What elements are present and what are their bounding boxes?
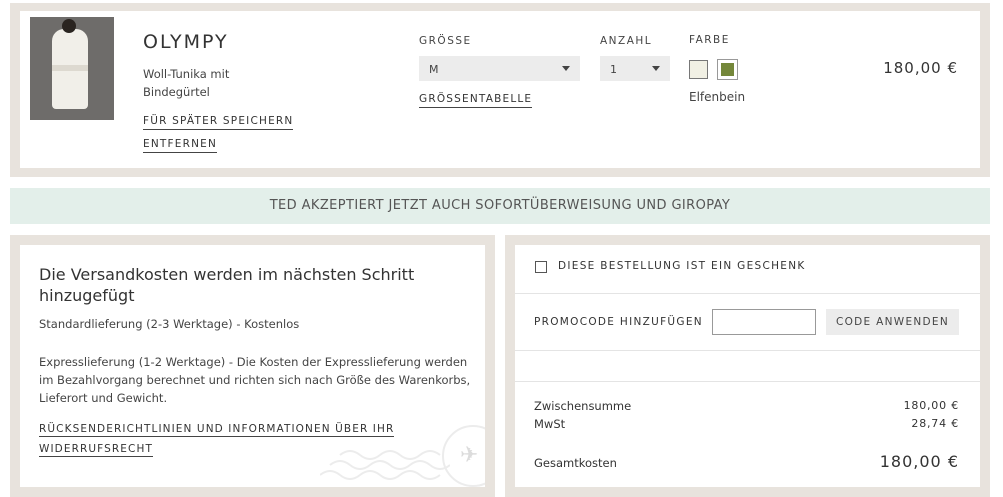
quantity-label: ANZAHL [600,35,653,47]
product-name[interactable]: Woll-Tunika mit Bindegürtel [143,65,283,101]
chevron-down-icon [562,66,570,71]
gift-checkbox[interactable] [535,261,547,273]
totals-divider [515,381,980,382]
order-summary: DIESE BESTELLUNG IST EIN GESCHENK PROMOC… [515,245,980,487]
waves-decoration-icon [320,450,450,480]
size-select-value: M [429,63,439,76]
product-figure-head [62,19,76,33]
total-label: Gesamtkosten [534,456,617,470]
tax-value: 28,74 € [911,417,959,430]
remove-item-link[interactable]: ENTFERNEN [143,138,218,153]
shipping-info: Die Versandkosten werden im nächsten Sch… [20,245,485,487]
promo-code-input[interactable] [712,309,816,335]
apply-code-button[interactable]: CODE ANWENDEN [826,309,959,335]
save-for-later-link[interactable]: FÜR SPÄTER SPEICHERN [143,115,294,130]
promo-code-label: PROMOCODE HINZUFÜGEN [534,316,703,328]
item-price: 180,00 € [883,59,958,77]
chevron-down-icon [652,66,660,71]
cart-item-panel: OLYMPY Woll-Tunika mit Bindegürtel FÜR S… [10,3,990,177]
product-brand[interactable]: OLYMPY [143,31,229,53]
shipping-title: Die Versandkosten werden im nächsten Sch… [39,265,415,305]
subtotal-row: Zwischensumme 180,00 € [534,399,959,413]
color-swatch-ivory[interactable] [689,60,708,79]
total-value: 180,00 € [879,452,959,471]
gift-option-row: DIESE BESTELLUNG IST EIN GESCHENK [515,245,980,294]
airplane-icon: ✈ [460,443,479,468]
standard-delivery-text: Standardlieferung (2-3 Werktage) - Koste… [39,317,300,331]
color-swatch-green[interactable] [717,59,738,80]
subtotal-label: Zwischensumme [534,399,632,413]
product-image[interactable] [30,17,114,120]
shipping-panel: Die Versandkosten werden im nächsten Sch… [10,235,495,497]
promo-code-row: PROMOCODE HINZUFÜGEN CODE ANWENDEN [515,294,980,351]
order-summary-panel: DIESE BESTELLUNG IST EIN GESCHENK PROMOC… [505,235,990,497]
product-figure-belt [52,65,88,71]
express-delivery-text: Expresslieferung (1-2 Werktage) - Die Ko… [39,355,471,405]
payment-banner: TED AKZEPTIERT JETZT AUCH SOFORTÜBERWEIS… [10,188,990,224]
selected-color-name: Elfenbein [689,90,746,104]
total-row: Gesamtkosten 180,00 € [534,452,959,471]
size-select[interactable]: M [419,56,580,81]
size-label: GRÖSSE [419,35,472,47]
quantity-select-value: 1 [610,63,617,76]
size-chart-link[interactable]: GRÖSSENTABELLE [419,93,533,108]
cart-item: OLYMPY Woll-Tunika mit Bindegürtel FÜR S… [20,11,980,168]
quantity-select[interactable]: 1 [600,56,670,81]
tax-label: MwSt [534,417,566,431]
subtotal-value: 180,00 € [903,399,959,412]
tax-row: MwSt 28,74 € [534,417,959,431]
color-label: FARBE [689,34,730,46]
gift-checkbox-label[interactable]: DIESE BESTELLUNG IST EIN GESCHENK [558,260,806,272]
